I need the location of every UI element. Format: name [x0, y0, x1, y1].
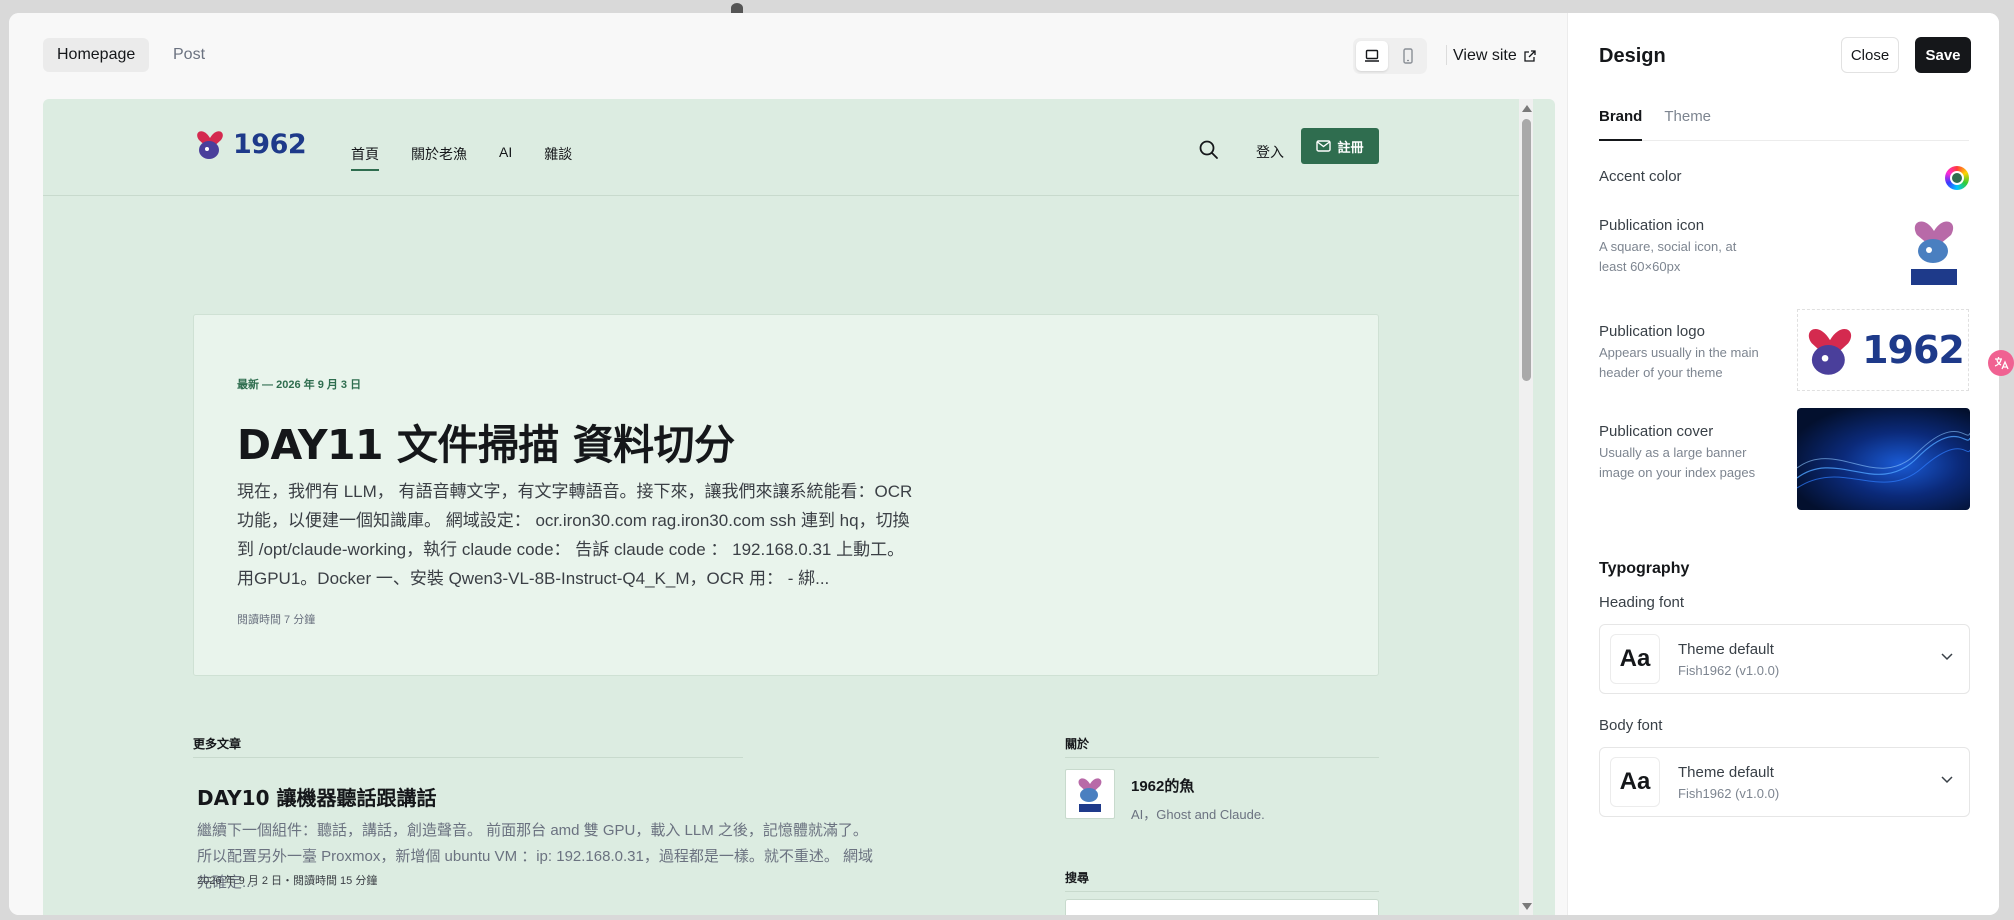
about-name: 1962的魚 — [1131, 778, 1195, 795]
post-meta: 2026 年 9 月 2 日・閱讀時間 15 分鐘 — [197, 875, 378, 887]
sidebar-search-input[interactable] — [1065, 899, 1379, 915]
accent-color-swatch — [1950, 171, 1964, 185]
tab-theme[interactable]: Theme — [1664, 108, 1711, 141]
laptop-icon — [1365, 49, 1379, 62]
accent-color-picker[interactable] — [1945, 166, 1969, 190]
more-posts-heading: 更多文章 — [193, 737, 242, 751]
publication-icon-hint: A square, social icon, at least 60×60px — [1599, 239, 1737, 274]
signup-button[interactable]: 註冊 — [1301, 128, 1379, 164]
site-logo[interactable]: 1962 — [193, 126, 307, 162]
window-grip — [731, 3, 743, 13]
heading-font-name: Theme default — [1678, 640, 1774, 658]
site-preview-frame: 1962 首頁 關於老漁 AI 雜談 登入 註冊 最新 — 2026 年 9 月… — [43, 99, 1555, 915]
publication-icon-label: Publication icon — [1599, 217, 1705, 234]
body-font-info: Theme default Fish1962 (v1.0.0) — [1678, 764, 1779, 801]
heading-font-info: Theme default Fish1962 (v1.0.0) — [1678, 641, 1779, 678]
featured-post-excerpt: 現在，我們有 LLM， 有語音轉文字，有文字轉語音。接下來，讓我們來讓系統能看：… — [237, 482, 913, 588]
preview-column: Homepage Post View site 1962 首頁 關於老漁 AI … — [9, 13, 1567, 915]
search-icon[interactable] — [1198, 139, 1220, 161]
signup-label: 註冊 — [1337, 139, 1364, 155]
save-button[interactable]: Save — [1915, 37, 1971, 73]
view-site-label: View site — [1453, 47, 1517, 64]
tab-homepage[interactable]: Homepage — [43, 38, 150, 72]
translate-extension-icon[interactable] — [1988, 350, 2014, 376]
panel-title: Design — [1599, 45, 1666, 67]
tab-post[interactable]: Post — [159, 38, 219, 72]
fish-heart-avatar-icon — [1078, 778, 1102, 812]
device-toggle — [1353, 38, 1427, 74]
nav-home[interactable]: 首頁 — [351, 144, 379, 171]
preview-toolbar: Homepage Post View site — [9, 13, 1567, 99]
scroll-down-arrow[interactable] — [1522, 903, 1532, 910]
fish-heart-logo-icon — [1808, 328, 1852, 375]
body-font-label: Body font — [1599, 717, 1663, 734]
heading-font-label: Heading font — [1599, 594, 1685, 611]
featured-post-card[interactable]: 最新 — 2026 年 9 月 3 日 DAY11 文件掃描 資料切分 現在，我… — [193, 314, 1379, 676]
heading-font-select[interactable]: Aa Theme default Fish1962 (v1.0.0) — [1599, 624, 1970, 694]
body-font-select[interactable]: Aa Theme default Fish1962 (v1.0.0) — [1599, 747, 1970, 817]
about-text: 1962的魚 AI，Ghost and Claude. — [1131, 769, 1265, 823]
signin-link[interactable]: 登入 — [1256, 142, 1284, 162]
nav-ai[interactable]: AI — [499, 144, 512, 164]
accent-color-label: Accent color — [1599, 168, 1682, 185]
toolbar-divider — [1446, 45, 1447, 65]
search-divider — [1065, 891, 1379, 892]
publication-cover-hint: Usually as a large banner image on your … — [1599, 445, 1756, 480]
mail-icon — [1316, 140, 1332, 152]
featured-post-read-time: 閱讀時間 7 分鐘 — [237, 614, 316, 626]
post-title[interactable]: DAY10 讓機器聽話跟講話 — [197, 782, 436, 811]
fish-heart-logo-icon — [197, 131, 223, 159]
tab-brand[interactable]: Brand — [1599, 108, 1643, 141]
featured-post-meta: 最新 — 2026 年 9 月 3 日 — [237, 379, 362, 391]
site-nav: 首頁 關於老漁 AI 雜談 — [351, 144, 572, 171]
publication-logo-image[interactable]: 1962 — [1797, 309, 1969, 391]
chevron-down-icon — [1941, 653, 1953, 661]
search-heading: 搜尋 — [1065, 871, 1090, 885]
view-site-link[interactable]: View site — [1453, 43, 1536, 69]
external-link-icon — [1524, 49, 1536, 62]
wave-cover-image — [1797, 431, 1970, 489]
publication-cover-label: Publication cover — [1599, 423, 1714, 440]
more-posts-divider — [193, 757, 743, 758]
panel-tabs: Brand Theme — [1599, 108, 1969, 141]
mobile-preview-button[interactable] — [1392, 41, 1424, 71]
chevron-down-icon — [1941, 776, 1953, 784]
body-font-sample: Aa — [1610, 757, 1660, 807]
publication-icon-image[interactable] — [1905, 213, 1963, 289]
site-logo-text: 1962 — [233, 128, 307, 160]
featured-post-title[interactable]: DAY11 文件掃描 資料切分 — [237, 411, 735, 471]
mobile-icon — [1403, 48, 1413, 64]
body-font-name: Theme default — [1678, 763, 1774, 781]
about-description: AI，Ghost and Claude. — [1131, 807, 1265, 822]
desktop-preview-button[interactable] — [1356, 41, 1388, 71]
site-header: 1962 首頁 關於老漁 AI 雜談 登入 註冊 — [43, 99, 1519, 196]
scroll-up-arrow[interactable] — [1522, 105, 1532, 112]
nav-misc[interactable]: 雜談 — [544, 144, 572, 164]
close-button[interactable]: Close — [1841, 37, 1899, 73]
about-divider — [1065, 757, 1379, 758]
typography-heading: Typography — [1599, 560, 1690, 577]
publication-logo-hint: Appears usually in the main header of yo… — [1599, 345, 1759, 380]
avatar — [1065, 769, 1115, 819]
about-card: 1962的魚 AI，Ghost and Claude. — [1065, 769, 1265, 823]
body-font-version: Fish1962 (v1.0.0) — [1678, 785, 1780, 801]
heading-font-version: Fish1962 (v1.0.0) — [1678, 662, 1780, 678]
publication-cover-image[interactable] — [1797, 408, 1970, 510]
about-heading: 關於 — [1065, 737, 1090, 751]
preview-scrollbar-thumb[interactable] — [1522, 119, 1531, 381]
heading-font-sample: Aa — [1610, 634, 1660, 684]
publication-logo-label: Publication logo — [1599, 323, 1705, 340]
nav-about-laoyu[interactable]: 關於老漁 — [411, 144, 467, 164]
publication-logo-text: 1962 — [1862, 328, 1965, 372]
